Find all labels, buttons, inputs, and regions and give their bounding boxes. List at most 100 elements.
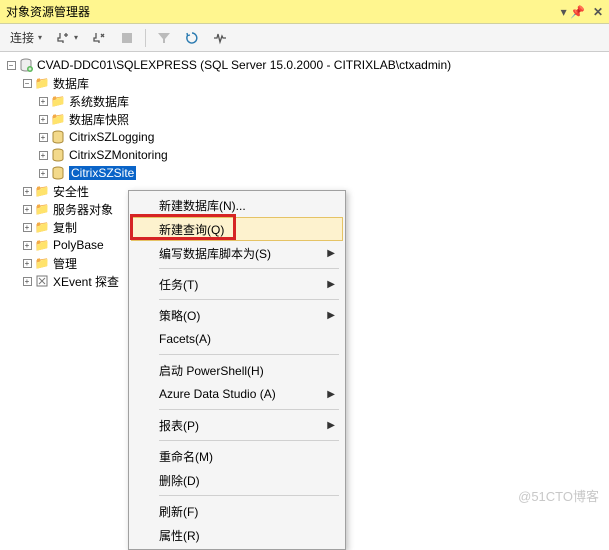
context-menu-item[interactable]: 报表(P) ▶: [131, 413, 343, 437]
xevent-icon: [34, 273, 50, 289]
context-menu-item[interactable]: 新建数据库(N)...: [131, 193, 343, 217]
expander-icon[interactable]: +: [23, 187, 32, 196]
submenu-arrow-icon: ▶: [327, 248, 335, 259]
context-menu-item-label: 删除(D): [159, 472, 200, 489]
connect-button[interactable]: 连接 ▾: [4, 26, 48, 49]
context-menu-item[interactable]: 重命名(M): [131, 444, 343, 468]
node-label: 安全性: [53, 183, 89, 200]
activity-icon: [213, 31, 227, 45]
pin-icon[interactable]: ▾ 📌: [561, 5, 585, 19]
node-label: XEvent 探查: [53, 273, 119, 290]
refresh-button[interactable]: [179, 28, 205, 48]
context-menu-item-label: 启动 PowerShell(H): [159, 362, 264, 379]
context-menu-item-label: Azure Data Studio (A): [159, 387, 276, 401]
close-icon[interactable]: ✕: [593, 5, 603, 19]
filter-button: [151, 28, 177, 48]
database-icon: [50, 147, 66, 163]
folder-icon: 📁: [50, 93, 66, 109]
context-menu-item-label: Facets(A): [159, 332, 211, 346]
expander-icon[interactable]: −: [7, 61, 16, 70]
node-label: 数据库: [53, 75, 89, 92]
expander-icon[interactable]: +: [23, 277, 32, 286]
context-menu-item[interactable]: 删除(D): [131, 468, 343, 492]
context-menu-item[interactable]: Facets(A): [131, 327, 343, 351]
context-menu-item[interactable]: 属性(R): [131, 523, 343, 547]
sys-databases-node[interactable]: + 📁 系统数据库: [4, 92, 609, 110]
context-menu: 新建数据库(N)... 新建查询(Q) 编写数据库脚本为(S) ▶ 任务(T)▶ 策略(O…: [128, 190, 346, 550]
activity-button[interactable]: [207, 28, 233, 48]
toolbar-separator: [145, 29, 146, 47]
expander-icon[interactable]: +: [23, 205, 32, 214]
node-label: 服务器对象: [53, 201, 113, 218]
connect-label: 连接: [10, 29, 34, 46]
folder-icon: 📁: [50, 111, 66, 127]
server-label: CVAD-DDC01\SQLEXPRESS (SQL Server 15.0.2…: [37, 58, 451, 72]
disconnect-button[interactable]: [86, 28, 112, 48]
submenu-arrow-icon: ▶: [327, 310, 335, 321]
node-label: CitrixSZMonitoring: [69, 148, 168, 162]
folder-icon: 📁: [34, 75, 50, 91]
context-menu-item[interactable]: 任务(T)▶: [131, 272, 343, 296]
toolbar: 连接 ▾ ▾: [0, 24, 609, 52]
plug-add-icon: [56, 31, 70, 45]
stop-icon: [120, 31, 134, 45]
context-menu-separator: [159, 409, 339, 410]
expander-icon[interactable]: +: [23, 241, 32, 250]
folder-icon: 📁: [34, 237, 50, 253]
connect-add-button[interactable]: ▾: [50, 28, 84, 48]
context-menu-item-label: 编写数据库脚本为(S): [159, 245, 271, 262]
dropdown-arrow-icon: ▾: [74, 33, 78, 42]
dropdown-arrow-icon: ▾: [38, 33, 42, 42]
databases-node[interactable]: − 📁 数据库: [4, 74, 609, 92]
node-label: 系统数据库: [69, 93, 129, 110]
context-menu-item[interactable]: 编写数据库脚本为(S) ▶: [131, 241, 343, 265]
snapshots-node[interactable]: + 📁 数据库快照: [4, 110, 609, 128]
context-menu-item-label: 新建数据库(N)...: [159, 197, 246, 214]
context-menu-item-label: 刷新(F): [159, 503, 198, 520]
folder-icon: 📁: [34, 255, 50, 271]
expander-icon[interactable]: +: [39, 133, 48, 142]
context-menu-item-label: 属性(R): [159, 527, 200, 544]
folder-icon: 📁: [34, 219, 50, 235]
expander-icon[interactable]: +: [23, 259, 32, 268]
context-menu-item[interactable]: 刷新(F): [131, 499, 343, 523]
database-icon: [50, 129, 66, 145]
context-menu-item-label: 重命名(M): [159, 448, 213, 465]
expander-icon[interactable]: −: [23, 79, 32, 88]
folder-icon: 📁: [34, 183, 50, 199]
refresh-icon: [185, 31, 199, 45]
context-menu-item-label: 报表(P): [159, 417, 199, 434]
node-label: 管理: [53, 255, 77, 272]
titlebar: 对象资源管理器 ▾ 📌 ✕: [0, 0, 609, 24]
node-label: CitrixSZLogging: [69, 130, 154, 144]
db-node-site[interactable]: + CitrixSZSite: [4, 164, 609, 182]
server-icon: [18, 57, 34, 73]
db-node-monitoring[interactable]: + CitrixSZMonitoring: [4, 146, 609, 164]
submenu-arrow-icon: ▶: [327, 389, 335, 400]
context-menu-item-label: 策略(O): [159, 307, 200, 324]
node-label: PolyBase: [53, 238, 104, 252]
expander-icon[interactable]: +: [39, 115, 48, 124]
context-menu-item[interactable]: 新建查询(Q): [131, 217, 343, 241]
expander-icon[interactable]: +: [39, 169, 48, 178]
context-menu-item[interactable]: 启动 PowerShell(H): [131, 358, 343, 382]
window-title: 对象资源管理器: [6, 3, 90, 20]
server-node[interactable]: − CVAD-DDC01\SQLEXPRESS (SQL Server 15.0…: [4, 56, 609, 74]
context-menu-item-label: 新建查询(Q): [159, 221, 224, 238]
expander-icon[interactable]: +: [39, 97, 48, 106]
db-node-logging[interactable]: + CitrixSZLogging: [4, 128, 609, 146]
expander-icon[interactable]: +: [39, 151, 48, 160]
context-menu-item[interactable]: Azure Data Studio (A) ▶: [131, 382, 343, 406]
node-label: 复制: [53, 219, 77, 236]
folder-icon: 📁: [34, 201, 50, 217]
expander-icon[interactable]: +: [23, 223, 32, 232]
context-menu-separator: [159, 354, 339, 355]
context-menu-separator: [159, 268, 339, 269]
context-menu-item[interactable]: 策略(O) ▶: [131, 303, 343, 327]
node-label-selected: CitrixSZSite: [69, 166, 136, 180]
database-icon: [50, 165, 66, 181]
node-label: 数据库快照: [69, 111, 129, 128]
watermark: @51CTO博客: [518, 486, 599, 505]
context-menu-separator: [159, 440, 339, 441]
submenu-arrow-icon: ▶: [327, 420, 335, 431]
